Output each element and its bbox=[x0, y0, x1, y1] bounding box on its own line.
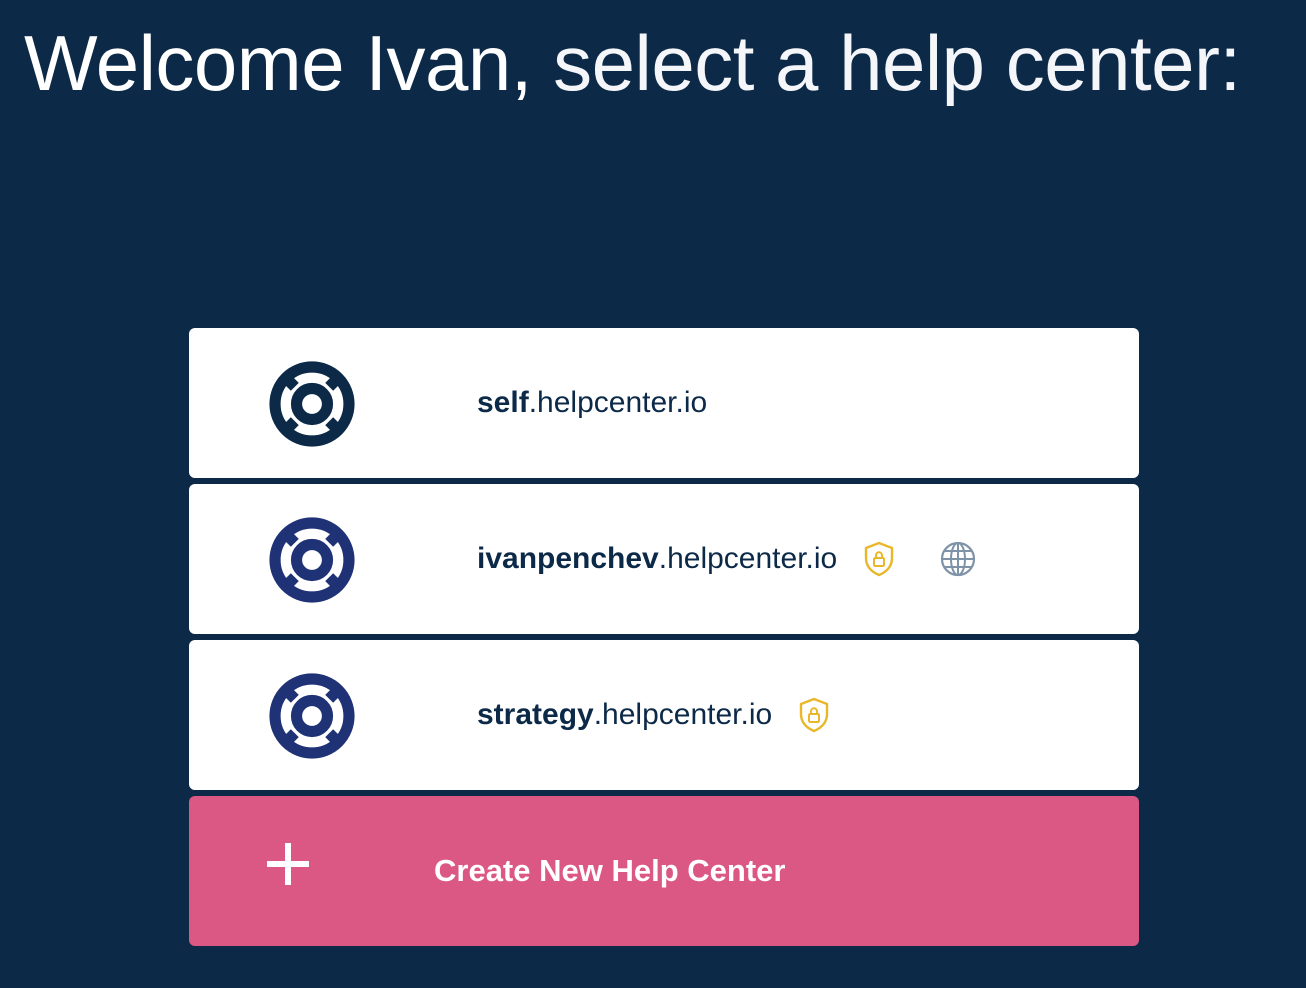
lifebuoy-icon bbox=[269, 517, 355, 603]
create-help-center-button[interactable]: Create New Help Center bbox=[189, 796, 1139, 946]
help-center-domain: strategy .helpcenter.io bbox=[477, 640, 830, 790]
welcome-greeting: Welcome Ivan, bbox=[24, 19, 532, 107]
select-prompt: select a help center: bbox=[531, 19, 1241, 107]
help-center-domain: self .helpcenter.io bbox=[477, 328, 707, 478]
domain-suffix: .helpcenter.io bbox=[528, 386, 708, 419]
help-center-card-strategy[interactable]: strategy .helpcenter.io bbox=[189, 640, 1139, 790]
domain-suffix: .helpcenter.io bbox=[658, 542, 838, 575]
help-center-domain: ivanpenchev .helpcenter.io bbox=[477, 484, 977, 634]
page-title: Welcome Ivan, select a help center: bbox=[24, 18, 1241, 108]
plus-icon bbox=[267, 843, 309, 885]
subdomain-label: self bbox=[477, 386, 529, 419]
help-center-card-ivanpenchev[interactable]: ivanpenchev .helpcenter.io bbox=[189, 484, 1139, 634]
create-help-center-label: Create New Help Center bbox=[434, 853, 786, 888]
lifebuoy-icon bbox=[269, 361, 355, 447]
lifebuoy-icon bbox=[269, 673, 355, 759]
globe-icon bbox=[941, 541, 976, 577]
help-center-list: self .helpcenter.io ivanpenchev .helpcente… bbox=[189, 328, 1139, 946]
subdomain-label: ivanpenchev bbox=[477, 542, 659, 575]
help-center-selector-page: Welcome Ivan, select a help center: self… bbox=[0, 0, 1306, 988]
subdomain-label: strategy bbox=[477, 698, 594, 731]
shield-lock-icon bbox=[799, 697, 829, 733]
domain-suffix: .helpcenter.io bbox=[593, 698, 773, 731]
shield-lock-icon bbox=[865, 541, 894, 577]
help-center-card-self[interactable]: self .helpcenter.io bbox=[189, 328, 1139, 478]
